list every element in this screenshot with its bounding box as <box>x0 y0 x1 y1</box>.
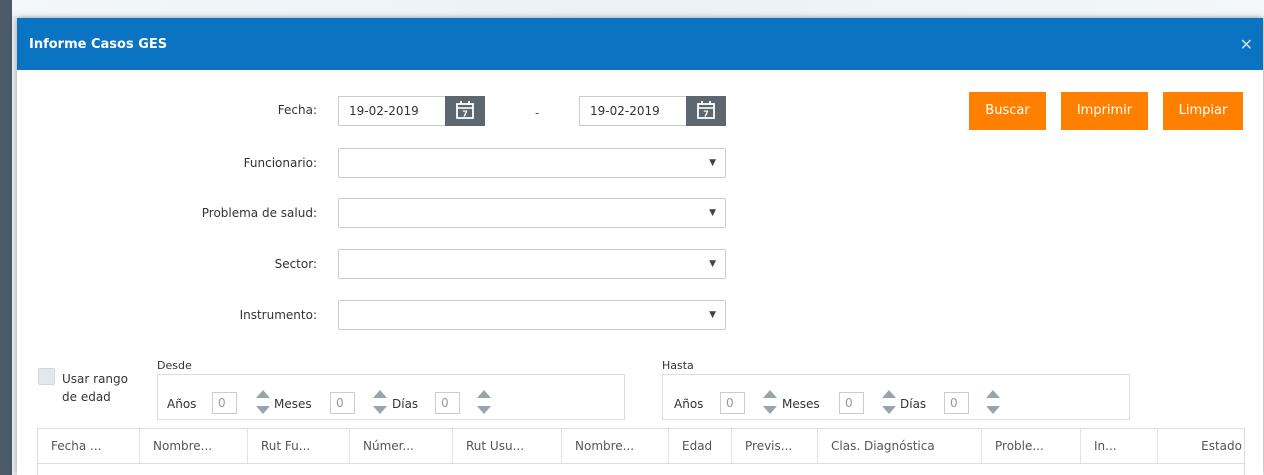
arrow-down-icon[interactable] <box>373 406 387 414</box>
arrow-down-icon[interactable] <box>882 406 896 414</box>
sector-select[interactable]: ▼ <box>338 249 726 279</box>
arrow-up-icon[interactable] <box>256 390 270 398</box>
calendar-day-glyph: 7 <box>462 110 468 119</box>
background-edge <box>0 0 12 475</box>
arrow-down-icon[interactable] <box>763 406 777 414</box>
arrow-up-icon[interactable] <box>763 390 777 398</box>
desde-anos-input[interactable]: 0 <box>212 392 237 414</box>
chevron-down-icon: ▼ <box>709 310 716 320</box>
desde-label: Desde <box>157 359 192 372</box>
column-header-rut-funcionario[interactable]: Rut Fu... <box>248 429 350 463</box>
desde-anos-label: Años <box>167 397 197 411</box>
instrumento-select[interactable]: ▼ <box>338 300 726 330</box>
modal-title: Informe Casos GES <box>29 37 168 52</box>
column-header-prevision[interactable]: Previs... <box>732 429 818 463</box>
desde-dias-input[interactable]: 0 <box>435 392 460 414</box>
usar-rango-label: Usar rango de edad <box>62 372 128 404</box>
modal-header: Informe Casos GES ✕ <box>17 18 1263 70</box>
hasta-anos-label: Años <box>674 397 704 411</box>
chevron-down-icon: ▼ <box>709 158 716 168</box>
arrow-down-icon[interactable] <box>256 406 270 414</box>
column-header-clas-diagnostica[interactable]: Clas. Diagnóstica <box>818 429 982 463</box>
arrow-up-icon[interactable] <box>477 390 491 398</box>
desde-meses-input[interactable]: 0 <box>330 392 355 414</box>
calendar-desde-button[interactable]: 7 <box>445 96 485 126</box>
column-header-nombre-usuario[interactable]: Nombre... <box>562 429 669 463</box>
hasta-anos-spinner[interactable] <box>763 390 777 416</box>
desde-dias-spinner[interactable] <box>477 390 491 416</box>
funcionario-select[interactable]: ▼ <box>338 148 726 178</box>
hasta-label: Hasta <box>662 359 694 372</box>
arrow-down-icon[interactable] <box>986 406 1000 414</box>
column-header-estado[interactable]: Estado <box>1158 429 1244 463</box>
calendar-hasta-button[interactable]: 7 <box>686 96 726 126</box>
hasta-meses-spinner[interactable] <box>882 390 896 416</box>
imprimir-button[interactable]: Imprimir <box>1061 92 1148 130</box>
column-header-rut-usuario[interactable]: Rut Usu... <box>453 429 562 463</box>
desde-dias-label: Días <box>392 397 419 411</box>
desde-meses-spinner[interactable] <box>373 390 387 416</box>
arrow-down-icon[interactable] <box>477 406 491 414</box>
close-icon[interactable]: ✕ <box>1240 35 1253 54</box>
hasta-dias-label: Días <box>900 397 927 411</box>
hasta-dias-spinner[interactable] <box>986 390 1000 416</box>
calendar-icon: 7 <box>456 101 474 119</box>
arrow-up-icon[interactable] <box>882 390 896 398</box>
date-separator: - <box>535 106 540 120</box>
chevron-down-icon: ▼ <box>709 259 716 269</box>
problema-label: Problema de salud: <box>201 206 317 220</box>
column-header-numero[interactable]: Númer... <box>350 429 453 463</box>
arrow-up-icon[interactable] <box>986 390 1000 398</box>
calendar-day-glyph: 7 <box>703 110 709 119</box>
desde-anos-spinner[interactable] <box>256 390 270 416</box>
funcionario-label: Funcionario: <box>243 156 317 170</box>
hasta-meses-input[interactable]: 0 <box>839 392 864 414</box>
desde-meses-label: Meses <box>274 397 312 411</box>
table-header: Fecha ... Nombre... Rut Fu... Númer... R… <box>37 428 1245 464</box>
buscar-button[interactable]: Buscar <box>969 92 1046 130</box>
fecha-desde-input[interactable] <box>338 96 446 126</box>
column-header-edad[interactable]: Edad <box>669 429 732 463</box>
table-body <box>37 464 1245 475</box>
column-header-problema[interactable]: Proble... <box>982 429 1081 463</box>
column-header-in[interactable]: In... <box>1081 429 1158 463</box>
hasta-anos-input[interactable]: 0 <box>720 392 745 414</box>
usar-rango-checkbox[interactable] <box>38 368 55 385</box>
problema-select[interactable]: ▼ <box>338 198 726 228</box>
hasta-meses-label: Meses <box>782 397 820 411</box>
calendar-icon: 7 <box>697 101 715 119</box>
background-strip <box>0 0 1264 16</box>
limpiar-button[interactable]: Limpiar <box>1163 92 1243 130</box>
modal-dialog: Informe Casos GES ✕ Fecha: 7 - 7 Buscar … <box>17 18 1263 475</box>
column-header-fecha[interactable]: Fecha ... <box>38 429 140 463</box>
fecha-hasta-input[interactable] <box>579 96 687 126</box>
instrumento-label: Instrumento: <box>239 308 317 322</box>
arrow-up-icon[interactable] <box>373 390 387 398</box>
column-header-nombre-funcionario[interactable]: Nombre... <box>140 429 248 463</box>
sector-label: Sector: <box>274 257 317 271</box>
chevron-down-icon: ▼ <box>709 208 716 218</box>
fecha-label: Fecha: <box>277 103 317 117</box>
hasta-dias-input[interactable]: 0 <box>944 392 969 414</box>
